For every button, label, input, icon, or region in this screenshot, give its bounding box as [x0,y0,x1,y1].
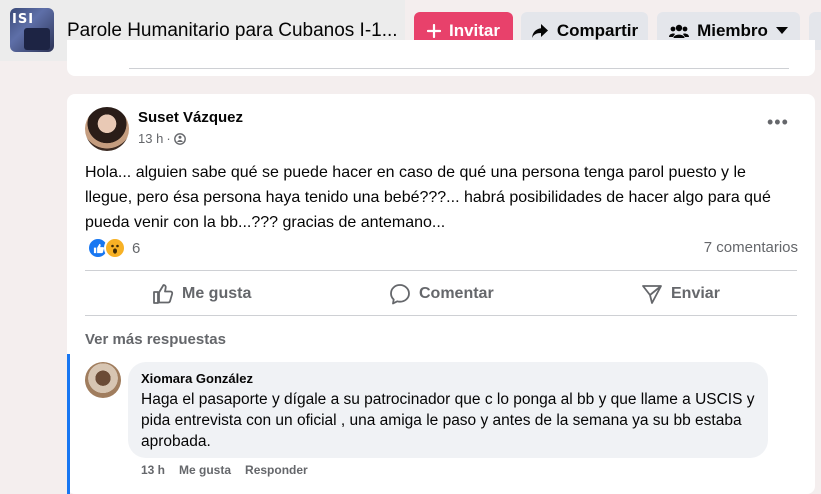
comment-bubble-icon [390,284,410,305]
previous-post-card [67,40,815,76]
comment-time[interactable]: 13 h [141,463,165,477]
member-label: Miembro [697,21,768,40]
group-title: Parole Humanitario para Cubanos I-1... [67,20,398,41]
divider [85,270,797,271]
like-label: Me gusta [182,285,252,302]
see-more-replies[interactable]: Ver más respuestas [85,331,226,348]
group-members-icon [669,24,690,38]
comment-actions: 13 h Me gusta Responder [141,463,308,477]
reaction-count: 6 [132,239,141,257]
invite-label: Invitar [448,21,501,40]
post-text: Hola... alguien sabe qué se puede hacer … [85,164,771,231]
group-globe-icon [173,132,186,145]
comment-button[interactable]: Comentar [389,281,494,307]
send-label: Enviar [671,285,720,302]
thumbs-up-icon [153,284,174,304]
reactions-summary[interactable]: 6 [87,237,140,259]
share-arrow-icon [531,24,548,38]
reply-thread-bar [67,354,70,494]
post-card: Suset Vázquez 13 h · ••• Hola... alguien… [67,94,815,494]
divider [129,68,789,69]
wow-reaction-icon [104,237,126,259]
post-time[interactable]: 13 h [138,131,163,146]
comment-bubble: Xiomara González Haga el pasaporte y díg… [128,362,768,458]
send-button[interactable]: Enviar [641,281,720,307]
post-meta: 13 h · [138,131,186,146]
comment-like-button[interactable]: Me gusta [179,463,231,477]
comment-text: Haga el pasaporte y dígale a su patrocin… [141,391,755,450]
divider [85,315,797,316]
comment-author[interactable]: Xiomara González [141,371,253,386]
comment-author-avatar[interactable] [85,362,121,398]
group-thumbnail-text: ISI [12,12,35,27]
comments-count[interactable]: 7 comentarios [704,239,798,256]
separator-dot: · [166,131,171,146]
like-button[interactable]: Me gusta [152,281,251,307]
plus-icon [426,24,441,38]
author-avatar[interactable] [85,107,129,151]
caret-down-icon [775,27,788,34]
post-options-icon[interactable]: ••• [767,113,789,131]
post-author[interactable]: Suset Vázquez [138,109,243,126]
send-icon [642,285,662,304]
group-thumbnail: ISI [10,8,54,52]
comment-label: Comentar [419,285,494,302]
comment-reply-button[interactable]: Responder [245,463,308,477]
share-label: Compartir [556,21,639,40]
